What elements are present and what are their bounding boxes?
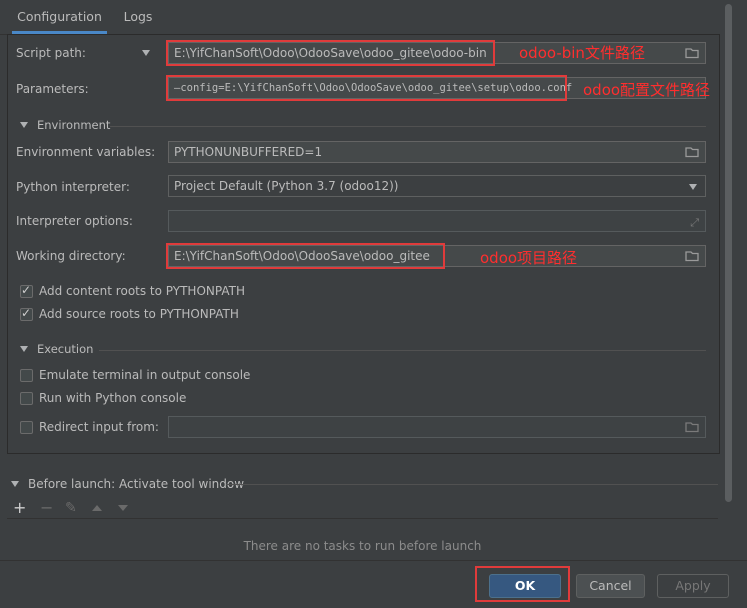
add-content-roots-label: Add content roots to PYTHONPATH xyxy=(39,284,245,298)
environment-section-title: Environment xyxy=(37,118,111,132)
cancel-button[interactable]: Cancel xyxy=(576,574,645,598)
add-content-roots-checkbox[interactable] xyxy=(20,283,33,298)
execution-divider xyxy=(99,350,706,351)
folder-icon[interactable] xyxy=(679,417,705,437)
folder-icon[interactable] xyxy=(679,142,705,162)
tab-configuration[interactable]: Configuration xyxy=(12,0,107,34)
cancel-button-label: Cancel xyxy=(589,578,632,593)
vertical-scrollbar[interactable] xyxy=(722,0,732,505)
run-with-console-checkbox[interactable] xyxy=(20,392,33,405)
run-with-console-label: Run with Python console xyxy=(39,391,187,405)
script-path-highlight xyxy=(166,40,495,66)
scrollbar-thumb[interactable] xyxy=(725,4,732,502)
before-launch-task-list[interactable]: There are no tasks to run before launch xyxy=(7,518,718,561)
tab-logs-label: Logs xyxy=(123,9,153,24)
interpreter-options-input[interactable]: ⤢ xyxy=(168,210,706,232)
move-up-icon[interactable] xyxy=(92,505,102,511)
folder-icon[interactable] xyxy=(679,246,705,266)
redirect-input-field[interactable] xyxy=(168,416,706,438)
parameters-label: Parameters: xyxy=(16,82,89,96)
add-icon[interactable]: + xyxy=(13,498,26,517)
python-interpreter-select[interactable]: Project Default (Python 3.7 (odoo12)) xyxy=(168,175,706,197)
working-directory-annotation: odoo项目路径 xyxy=(480,249,578,267)
before-launch-title: Before launch: Activate tool window xyxy=(28,477,245,491)
emulate-terminal-checkbox[interactable] xyxy=(20,369,33,382)
chevron-down-icon xyxy=(689,184,697,190)
working-directory-highlight xyxy=(166,243,445,269)
tab-logs[interactable]: Logs xyxy=(118,0,158,34)
collapse-environment-icon[interactable] xyxy=(20,122,28,128)
script-path-type-dropdown[interactable] xyxy=(142,50,150,56)
footer-divider xyxy=(0,560,747,561)
execution-section-title: Execution xyxy=(37,342,94,356)
before-launch-toolbar: + − ✎ xyxy=(7,498,147,518)
collapse-execution-icon[interactable] xyxy=(20,346,28,352)
before-launch-divider xyxy=(226,484,718,485)
apply-button[interactable]: Apply xyxy=(657,574,729,598)
parameters-highlight xyxy=(166,75,567,101)
script-path-label: Script path: xyxy=(16,46,86,60)
working-directory-label: Working directory: xyxy=(16,249,126,263)
tab-bar: Configuration Logs xyxy=(0,0,720,35)
env-vars-input[interactable]: PYTHONUNBUFFERED=1 xyxy=(168,141,706,163)
add-source-roots-label: Add source roots to PYTHONPATH xyxy=(39,307,239,321)
move-down-icon[interactable] xyxy=(118,505,128,511)
collapse-before-launch-icon[interactable] xyxy=(11,481,19,487)
edit-icon[interactable]: ✎ xyxy=(65,500,77,516)
apply-button-label: Apply xyxy=(675,578,711,593)
env-vars-value: PYTHONUNBUFFERED=1 xyxy=(174,145,323,159)
env-vars-label: Environment variables: xyxy=(16,145,156,159)
interpreter-options-label: Interpreter options: xyxy=(16,214,133,228)
redirect-input-checkbox[interactable] xyxy=(20,421,33,434)
python-interpreter-label: Python interpreter: xyxy=(16,180,130,194)
emulate-terminal-label: Emulate terminal in output console xyxy=(39,368,251,382)
environment-divider xyxy=(110,126,706,127)
expand-icon[interactable]: ⤢ xyxy=(690,213,699,231)
remove-icon[interactable]: − xyxy=(40,498,53,517)
parameters-annotation: odoo配置文件路径 xyxy=(583,81,711,99)
folder-icon[interactable] xyxy=(679,43,705,63)
add-source-roots-checkbox[interactable] xyxy=(20,306,33,321)
redirect-input-label: Redirect input from: xyxy=(39,420,159,434)
empty-tasks-text: There are no tasks to run before launch xyxy=(243,539,482,553)
ok-highlight xyxy=(475,566,570,602)
tab-configuration-label: Configuration xyxy=(17,9,102,24)
script-path-annotation: odoo-bin文件路径 xyxy=(519,44,645,62)
chevron-down-icon xyxy=(142,50,150,56)
python-interpreter-value: Project Default (Python 3.7 (odoo12)) xyxy=(174,179,399,193)
